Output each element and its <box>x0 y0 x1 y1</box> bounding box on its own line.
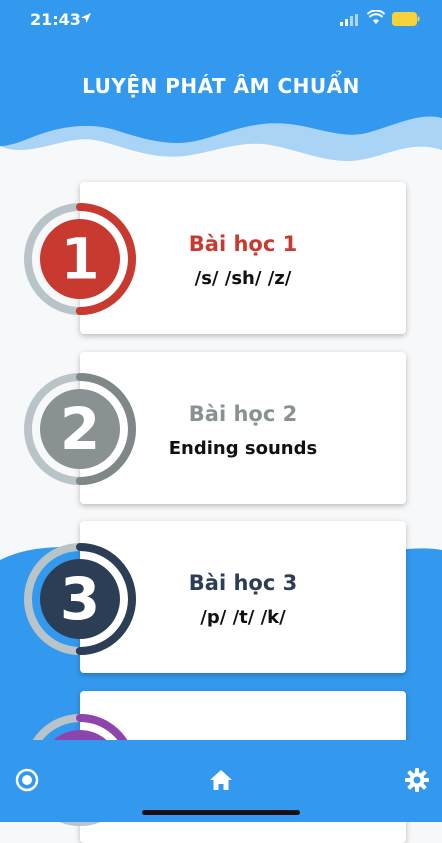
status-bar: 21:43 <box>0 0 442 44</box>
badge-number: 3 <box>60 565 100 633</box>
home-indicator[interactable] <box>142 810 300 815</box>
page-title: LUYỆN PHÁT ÂM CHUẨN <box>82 74 360 98</box>
status-time: 21:43 <box>30 10 81 29</box>
lesson-badge-2[interactable]: 2 <box>20 369 140 489</box>
battery-icon <box>392 12 420 26</box>
location-arrow-icon <box>81 13 91 23</box>
wifi-icon <box>367 10 385 24</box>
badge-number: 2 <box>60 395 100 463</box>
lesson-badge-1[interactable]: 1 <box>20 199 140 319</box>
target-icon[interactable] <box>13 766 41 794</box>
gear-icon[interactable] <box>403 766 431 794</box>
cellular-signal-icon <box>340 14 358 26</box>
lesson-badge-3[interactable]: 3 <box>20 539 140 659</box>
home-icon[interactable] <box>207 766 235 794</box>
badge-number: 1 <box>60 225 100 293</box>
